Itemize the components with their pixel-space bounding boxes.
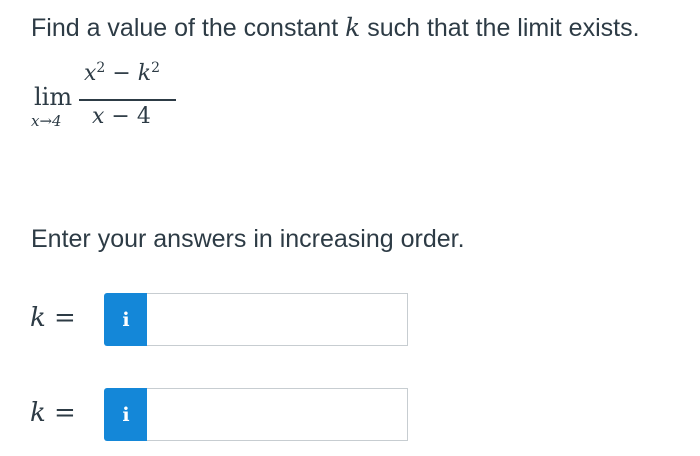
question-prompt: Find a value of the constant k such that… bbox=[31, 12, 640, 44]
info-icon[interactable]: i bbox=[104, 388, 148, 441]
instruction-text: Enter your answers in increasing order. bbox=[31, 225, 465, 253]
lim-subscript: x→4 bbox=[31, 112, 62, 130]
answer-variable-1: k bbox=[30, 303, 46, 333]
info-icon-glyph: i bbox=[122, 308, 130, 331]
prompt-variable: k bbox=[345, 13, 361, 42]
prompt-text-start: Find a value of the constant bbox=[31, 14, 346, 42]
info-icon[interactable]: i bbox=[104, 293, 148, 346]
numerator-k: k bbox=[137, 61, 152, 86]
info-icon-glyph: i bbox=[122, 403, 130, 426]
lim-subscript-text: x→4 bbox=[31, 112, 62, 130]
prompt-text-end: such that the limit exists. bbox=[360, 14, 640, 42]
numerator-x-exponent: 2 bbox=[96, 60, 106, 76]
fraction-denominator: x − 4 bbox=[92, 103, 151, 131]
fraction-numerator: x2 − k2 bbox=[84, 60, 160, 88]
fraction-bar bbox=[79, 99, 176, 101]
numerator-k-exponent: 2 bbox=[151, 60, 161, 76]
answer-row-2: k = i bbox=[30, 388, 410, 441]
answer-row-1: k = i bbox=[30, 293, 410, 346]
numerator-x: x bbox=[84, 61, 97, 86]
answer-equals-2: = bbox=[45, 398, 76, 428]
denominator-x: x bbox=[92, 104, 105, 129]
answer-equals-1: = bbox=[45, 303, 76, 333]
answer-variable-2: k bbox=[30, 398, 46, 428]
answer-input-2[interactable] bbox=[147, 388, 408, 441]
lim-operator: lim bbox=[34, 83, 73, 111]
numerator-operator: − bbox=[105, 61, 138, 86]
answer-input-1[interactable] bbox=[147, 293, 408, 346]
denominator-rest: − 4 bbox=[104, 104, 151, 129]
answer-label-1: k = bbox=[30, 303, 76, 333]
answer-label-2: k = bbox=[30, 398, 76, 428]
